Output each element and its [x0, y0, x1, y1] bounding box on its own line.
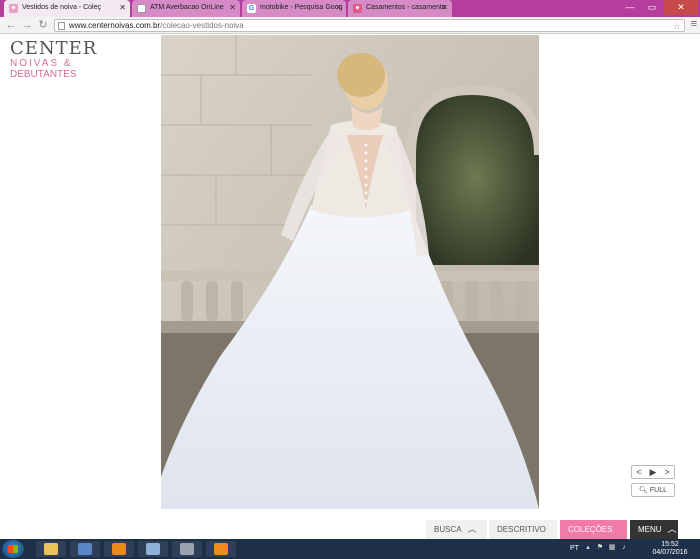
taskbar-window[interactable]: [138, 541, 168, 557]
clock[interactable]: 15:52 04/07/2016: [652, 541, 688, 557]
tab-descritivo[interactable]: DESCRITIVO︿: [489, 520, 557, 539]
tab-menu-label: MENU: [638, 525, 662, 534]
gallery-arrows: < ▶ >: [631, 465, 675, 479]
page-icon: [137, 4, 146, 13]
gallery-controls: < ▶ > 🔍︎ FULL: [631, 465, 675, 497]
url-host: www.centernoivas.com.br: [69, 21, 161, 30]
taskbar-tool[interactable]: [172, 541, 202, 557]
system-tray: PT ▴ ⚑ ▦ ♪ 15:52 04/07/2016: [570, 539, 700, 559]
tab-title: motobike - Pesquisa Goog: [260, 4, 343, 11]
logo-line-2: NOIVAS &: [10, 58, 73, 69]
bottom-tab-bar: BUSCA ︿ DESCRITIVO︿ COLEÇÕES︿ MENU ︿: [0, 520, 700, 539]
windows-taskbar: PT ▴ ⚑ ▦ ♪ 15:52 04/07/2016: [0, 539, 700, 559]
heart-icon: ♥: [353, 4, 362, 13]
tab-title: ATM Averbacao OnLine: [150, 4, 224, 11]
fullscreen-button[interactable]: 🔍︎ FULL: [631, 483, 675, 497]
tab-vestidos-noiva[interactable]: ♥ Vestidos de noiva - Coleç ✕: [4, 0, 130, 17]
heart-icon: ♥: [9, 4, 18, 13]
tab-casamentos[interactable]: ♥ Casamentos - casamento ✕: [348, 0, 452, 17]
next-arrow-icon[interactable]: >: [660, 466, 674, 478]
taskbar-explorer[interactable]: [36, 541, 66, 557]
tab-busca-label: BUSCA: [434, 525, 462, 534]
browser-menu-icon[interactable]: ≡: [691, 18, 697, 30]
close-icon[interactable]: ✕: [335, 3, 342, 12]
tab-descritivo-label: DESCRITIVO: [497, 525, 546, 534]
window-close-button[interactable]: ✕: [664, 0, 698, 15]
taskbar-monitor[interactable]: [70, 541, 100, 557]
tab-atm-averbacao[interactable]: ATM Averbacao OnLine ✕: [132, 0, 240, 17]
reload-icon[interactable]: ↻: [36, 18, 50, 33]
prev-arrow-icon[interactable]: <: [632, 466, 646, 478]
tray-arrow-icon[interactable]: ▴: [584, 544, 592, 552]
maximize-button[interactable]: ▭: [642, 0, 662, 15]
folder-icon: [44, 543, 58, 555]
taskbar-app[interactable]: [206, 541, 236, 557]
volume-icon[interactable]: ♪: [620, 544, 628, 552]
close-icon[interactable]: ✕: [229, 3, 236, 12]
tab-colecoes-label: COLEÇÕES: [568, 525, 613, 534]
back-arrow-icon[interactable]: ←: [4, 18, 18, 33]
address-bar[interactable]: www.centernoivas.com.br/colecao-vestidos…: [54, 19, 685, 32]
flag-icon[interactable]: ⚑: [596, 544, 604, 552]
forward-arrow-icon[interactable]: →: [20, 18, 34, 33]
bookmark-star-icon[interactable]: ☆: [673, 20, 681, 32]
taskbar-outlook[interactable]: [104, 541, 134, 557]
language-indicator[interactable]: PT: [570, 545, 579, 552]
fullscreen-label: FULL: [649, 487, 667, 494]
page-icon: [58, 22, 65, 30]
page-content: CENTER NOIVAS & DEBUTANTES < ▶ > 🔍︎ FULL…: [0, 35, 700, 539]
browser-toolbar: ← → ↻ www.centernoivas.com.br/colecao-ve…: [0, 17, 700, 34]
minimize-button[interactable]: —: [620, 0, 640, 15]
dress-photo: [161, 35, 539, 509]
google-icon: G: [247, 4, 256, 13]
network-icon[interactable]: ▦: [608, 544, 616, 552]
monitor-icon: [78, 543, 92, 555]
site-logo[interactable]: CENTER NOIVAS & DEBUTANTES: [10, 38, 110, 81]
search-icon: 🔍︎: [639, 487, 648, 494]
chevron-up-icon: ︿: [467, 524, 477, 534]
clock-date: 04/07/2016: [652, 549, 688, 556]
app-icon: [214, 543, 228, 555]
logo-line-1: CENTER: [10, 38, 98, 59]
tab-menu[interactable]: MENU ︿: [630, 520, 678, 539]
clock-time: 15:52: [661, 541, 679, 548]
tool-icon: [180, 543, 194, 555]
start-button[interactable]: [2, 540, 24, 558]
close-icon[interactable]: ✕: [441, 3, 448, 12]
window-icon: [146, 543, 160, 555]
outlook-icon: [112, 543, 126, 555]
tab-title: Vestidos de noiva - Coleç: [22, 4, 101, 11]
chevron-up-icon: ︿: [667, 524, 677, 534]
logo-line-3: DEBUTANTES: [10, 69, 77, 80]
play-icon[interactable]: ▶: [646, 466, 660, 478]
browser-titlebar: ♥ Vestidos de noiva - Coleç ✕ ATM Averba…: [0, 0, 700, 17]
close-icon[interactable]: ✕: [119, 3, 126, 12]
url-path: /colecao-vestidos-noiva: [160, 21, 244, 30]
tab-motobike-pesquisa[interactable]: G motobike - Pesquisa Goog ✕: [242, 0, 346, 17]
tab-busca[interactable]: BUSCA ︿: [426, 520, 487, 539]
tab-title: Casamentos - casamento: [366, 4, 446, 11]
tab-colecoes[interactable]: COLEÇÕES︿: [560, 520, 627, 539]
